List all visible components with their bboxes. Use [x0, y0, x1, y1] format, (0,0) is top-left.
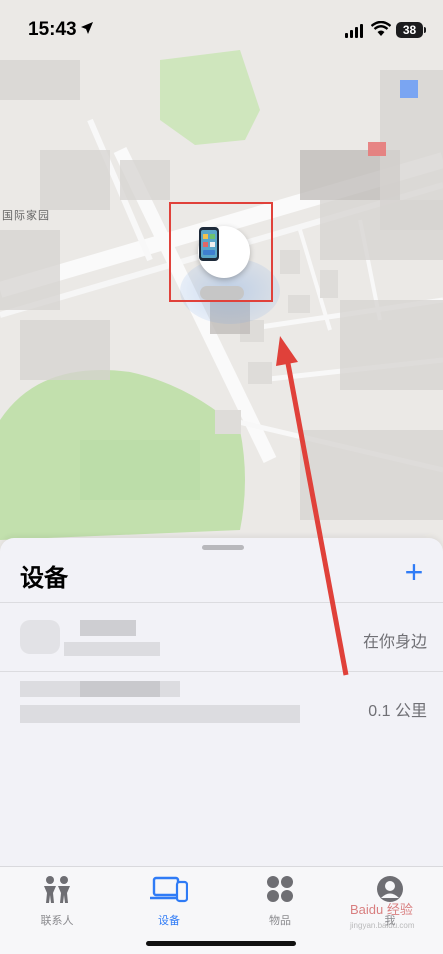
location-arrow-icon — [81, 22, 93, 34]
find-my-screen: 国际家园 15:43 38 设备 + 在你身边 0.1 公里 联系人 设备 物品… — [0, 0, 443, 954]
map-blur — [0, 60, 80, 100]
device-row[interactable]: 在你身边 — [0, 604, 443, 670]
tab-people[interactable]: 联系人 — [17, 875, 97, 928]
device-thumbnail — [20, 620, 60, 654]
sheet-title: 设备 — [20, 565, 68, 592]
add-device-button[interactable]: + — [398, 556, 430, 588]
device-detail-redacted — [64, 642, 160, 656]
tab-label: 设备 — [158, 915, 180, 927]
map-blur — [400, 80, 418, 98]
map-blur — [120, 160, 170, 200]
map-blur — [0, 230, 60, 310]
devices-icon — [150, 876, 189, 903]
devices-sheet[interactable]: 设备 + 在你身边 0.1 公里 — [0, 538, 443, 868]
status-time: 15:43 — [28, 19, 77, 40]
map-blur — [320, 200, 443, 260]
device-row[interactable]: 0.1 公里 — [0, 673, 443, 739]
device-name-redacted — [80, 620, 136, 636]
device-distance: 在你身边 — [362, 634, 427, 651]
tab-label: 物品 — [269, 915, 291, 927]
map-blur — [300, 430, 443, 520]
wifi-icon — [371, 21, 391, 36]
map-blur — [20, 320, 110, 380]
map-place-label: 国际家园 — [2, 210, 50, 222]
items-icon — [267, 876, 293, 902]
device-detail-redacted — [20, 705, 300, 723]
map-blur — [340, 300, 443, 390]
tab-devices[interactable]: 设备 — [129, 875, 209, 928]
baidu-watermark: Baidu 经验 jingyan.baidu.com — [350, 902, 440, 938]
people-icon — [44, 876, 70, 903]
person-icon — [377, 876, 403, 902]
map-blur — [368, 142, 386, 156]
map-blur — [40, 150, 110, 210]
cellular-signal-icon — [345, 24, 363, 38]
sheet-grabber[interactable] — [202, 545, 244, 550]
status-bar: 15:43 38 — [0, 0, 443, 60]
watermark-text: Baidu 经验 — [350, 902, 413, 917]
divider — [0, 602, 443, 603]
battery-indicator: 38 — [396, 22, 426, 38]
map-blur — [80, 440, 200, 500]
map-view[interactable]: 国际家园 — [0, 0, 443, 560]
device-distance: 0.1 公里 — [368, 703, 427, 720]
tab-label: 联系人 — [40, 915, 74, 927]
device-name-redacted — [80, 681, 160, 697]
home-indicator[interactable] — [146, 941, 296, 946]
annotation-highlight-box — [169, 202, 273, 302]
divider — [0, 671, 443, 672]
watermark-url: jingyan.baidu.com — [350, 921, 415, 930]
tab-items[interactable]: 物品 — [240, 875, 320, 928]
